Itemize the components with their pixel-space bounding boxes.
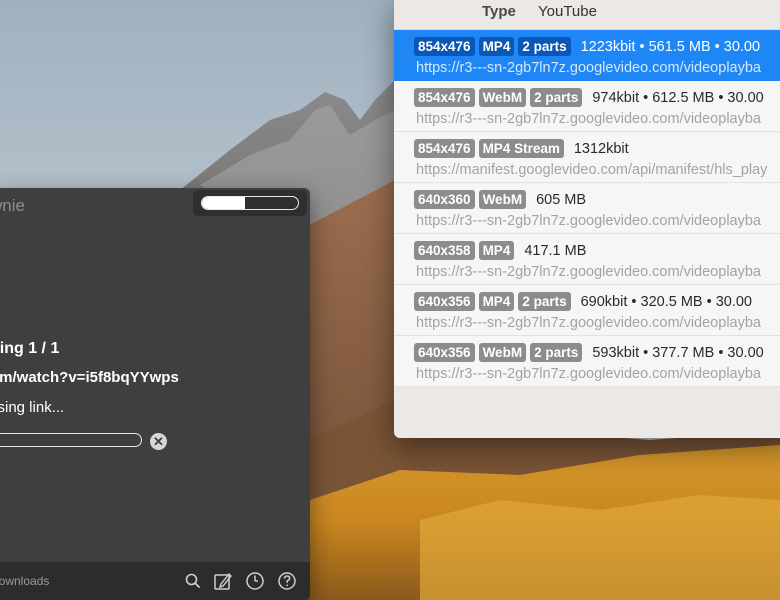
download-progress-bar (0, 433, 142, 447)
format-tags: 640x356 MP4 2 parts 690kbit • 320.5 MB • 30… (414, 292, 752, 311)
clock-icon[interactable] (244, 570, 266, 592)
format-tag: 640x356 (414, 292, 475, 311)
format-url: https://r3---sn-2gb7ln7z.googlevideo.com… (416, 366, 761, 382)
cancel-download-button[interactable]: ✕ (150, 433, 167, 450)
format-url: https://manifest.googlevideo.com/api/man… (416, 162, 768, 178)
format-tag: 854x476 (414, 139, 475, 158)
format-tag: 2 parts (518, 292, 571, 311)
window-title: wnie (0, 196, 25, 215)
format-row[interactable]: 640x358 MP4 417.1 MB https://r3---sn-2gb7ln… (394, 234, 780, 285)
format-tag: MP4 (478, 292, 515, 311)
download-status: ssing link... (0, 399, 65, 416)
format-tag: 640x356 (414, 343, 475, 362)
format-tags: 854x476 MP4 2 parts 1223kbit • 561.5 MB • 3… (414, 37, 760, 56)
format-row[interactable]: 854x476 WebM 2 parts 974kbit • 612.5 MB • 3… (394, 81, 780, 132)
format-info: 593kbit • 377.7 MB • 30.00 (592, 344, 764, 361)
progress-indicator (193, 190, 307, 216)
format-tags: 640x358 MP4 417.1 MB (414, 241, 586, 260)
format-row[interactable]: 640x360 WebM 605 MB https://r3---sn-2gb7ln7… (394, 183, 780, 234)
download-url: om/watch?v=i5f8bqYYwps (0, 369, 179, 386)
format-tag: WebM (478, 88, 527, 107)
format-row[interactable]: 854x476 MP4 2 parts 1223kbit • 561.5 MB • 3… (394, 30, 780, 81)
format-tag: 640x358 (414, 241, 475, 260)
format-tag: 2 parts (518, 37, 571, 56)
format-tag: 2 parts (530, 343, 583, 362)
format-info: 1223kbit • 561.5 MB • 30.00 (580, 38, 761, 55)
downie-window: wnie ding 1 / 1 om/watch?v=i5f8bqYYwps s… (0, 188, 310, 600)
type-key: Type (482, 3, 516, 20)
format-tag: 640x360 (414, 190, 475, 209)
format-url: https://r3---sn-2gb7ln7z.googlevideo.com… (416, 264, 761, 280)
format-row[interactable]: 640x356 WebM 2 parts 593kbit • 377.7 MB • 3… (394, 336, 780, 387)
format-row[interactable]: 640x356 MP4 2 parts 690kbit • 320.5 MB • 30… (394, 285, 780, 336)
format-url: https://r3---sn-2gb7ln7z.googlevideo.com… (416, 60, 761, 76)
format-list: 854x476 MP4 2 parts 1223kbit • 561.5 MB • 3… (394, 29, 780, 387)
download-title: ding 1 / 1 (0, 340, 60, 357)
format-tag: MP4 (478, 241, 515, 260)
format-tag: 2 parts (530, 88, 583, 107)
format-tags: 854x476 WebM 2 parts 974kbit • 612.5 MB • 3… (414, 88, 764, 107)
format-url: https://r3---sn-2gb7ln7z.googlevideo.com… (416, 111, 761, 127)
downloads-label: Downloads (0, 574, 50, 588)
format-tag: MP4 (478, 37, 515, 56)
format-tags: 640x356 WebM 2 parts 593kbit • 377.7 MB • 3… (414, 343, 764, 362)
format-info: 605 MB (536, 191, 587, 208)
format-url: https://r3---sn-2gb7ln7z.googlevideo.com… (416, 315, 761, 331)
help-icon[interactable] (276, 570, 298, 592)
format-info: 417.1 MB (524, 242, 587, 259)
edit-icon[interactable] (212, 570, 234, 592)
search-icon[interactable] (182, 570, 204, 592)
format-tag: 854x476 (414, 37, 475, 56)
format-url: https://r3---sn-2gb7ln7z.googlevideo.com… (416, 213, 761, 229)
format-panel: Type YouTube 854x476 MP4 2 parts 1223kbit •… (394, 0, 780, 438)
format-tags: 640x360 WebM 605 MB (414, 190, 586, 209)
format-info: 974kbit • 612.5 MB • 30.00 (592, 89, 764, 106)
format-tag: WebM (478, 343, 527, 362)
downie-footer: Downloads (0, 562, 310, 600)
format-tag: 854x476 (414, 88, 475, 107)
panel-header: Type YouTube (394, 0, 780, 28)
format-info: 1312kbit (573, 140, 629, 157)
format-tag: WebM (478, 190, 527, 209)
progress-meter-fill (202, 197, 246, 209)
format-row[interactable]: 854x476 MP4 Stream 1312kbit https://manifes… (394, 132, 780, 183)
type-value: YouTube (538, 3, 597, 20)
format-tags: 854x476 MP4 Stream 1312kbit (414, 139, 629, 158)
format-tag: MP4 Stream (478, 139, 564, 158)
format-info: 690kbit • 320.5 MB • 30.00 (580, 293, 752, 310)
progress-meter (201, 196, 299, 210)
